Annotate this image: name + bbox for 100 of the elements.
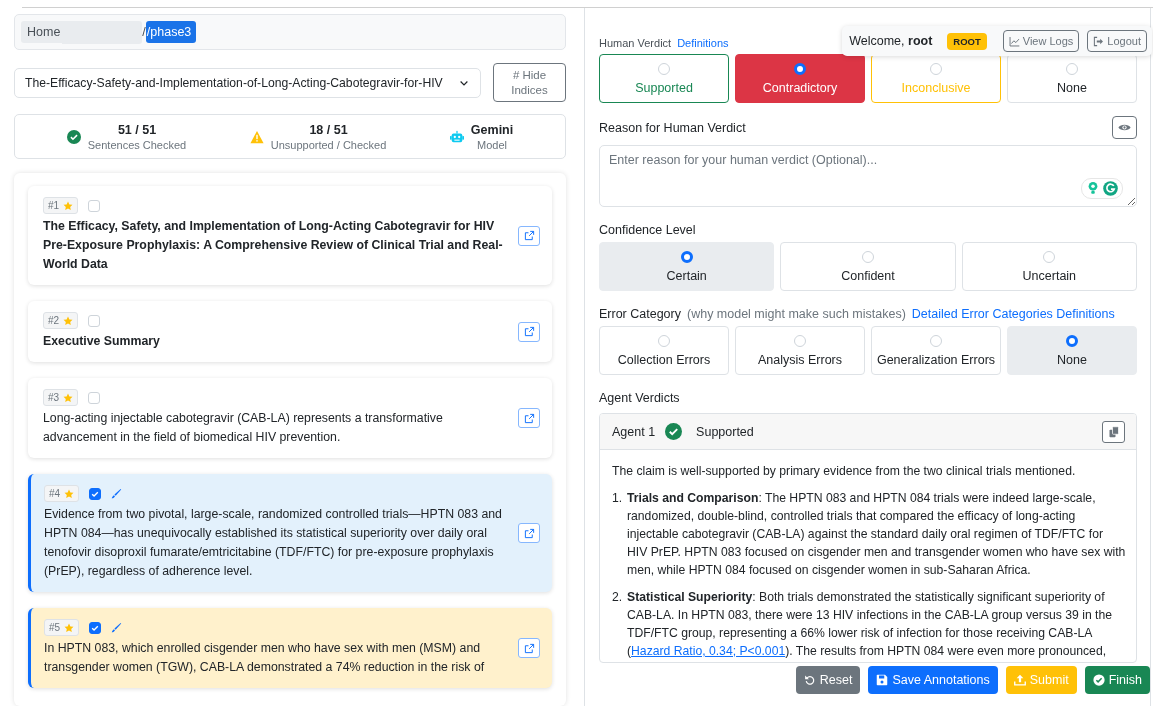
breadcrumb-item[interactable]: /phase3 [145,21,197,43]
checkbox[interactable] [89,487,102,500]
stat-label: Sentences Checked [87,138,187,151]
option-button[interactable]: Collection Errors [599,326,729,375]
list-number: 1. [612,490,622,507]
sentence-card[interactable]: #3 Long-acting injectable cabotegravir (CAB-LA) represents a transformative advancement in the field of biomedical HIV prevention. [28,378,552,458]
document-select[interactable]: The-Efficacy-Safety-and-Implementation-of-Long-Acting-Cabotegravir-for-HIV [14,67,481,98]
list-item-text: Trials and Comparison: The HPTN 083 and HPTN 084 trials were indeed large-scale, randomized, double-blind, controlled trials that compared the efficacy of long-acting injectable cabotegravir (CAB-LA) against the standard daily oral regimen of TDF/FTC for HIV PrEP. HPTN 083 focused on cisgender men and transgender women who have sex with men, while HPTN 084 focused on cisgender women in sub-Saharan Africa. [627,490,1126,579]
external-link-button[interactable] [518,408,540,428]
stat-value: 51 / 51 [117,122,157,137]
welcome-text: Welcome, root [849,34,933,48]
list-number: 2. [612,589,622,606]
option-button[interactable]: Analysis Errors [735,326,865,375]
logout-button[interactable]: Logout [1087,30,1147,52]
sentence-text: In HPTN 083, which enrolled cisgender men who have sex with men (MSM) and transgender women (TGW), CAB-LA demonstrated a 74% reduction in the risk of [44,640,486,676]
index-badge: #5 [44,619,80,636]
stat-label: Model [477,138,508,151]
option-button[interactable]: Confident [780,242,956,291]
option-button[interactable]: Supported [599,54,729,103]
warning-icon [249,129,264,144]
external-link-icon [523,527,535,539]
external-link-icon [523,412,535,424]
reset-button[interactable]: Reset [795,666,861,694]
external-link-button[interactable] [518,523,540,543]
agent-name: Agent 1 [612,424,656,439]
save-icon [876,674,889,686]
brush-icon [111,622,123,633]
radio-icon [658,62,670,75]
definitions-link[interactable]: Definitions [677,37,729,49]
upload-icon [1013,674,1026,686]
agent-explanation: The claim is well-supported by primary evidence from the two clinical trials mentioned. [612,463,1077,480]
check-circle-icon [1092,674,1105,686]
radio-icon [680,250,693,263]
radio-icon [930,334,942,347]
radio-icon [658,334,670,347]
section-label: Agent Verdicts [599,391,681,405]
grammar-widget[interactable] [1081,178,1123,199]
stat-value: 18 / 51 [309,122,348,137]
option-button[interactable]: Certain [599,242,775,291]
section-label: Confidence Level [599,223,697,237]
section-label: Error Category [599,307,681,321]
radio-icon [862,250,874,263]
star-icon [64,488,75,499]
option-button[interactable]: Contradictory [735,54,865,103]
definitions-link[interactable]: Detailed Error Categories Definitions [911,307,1115,321]
sentence-text: Long-acting injectable cabotegravir (CAB-LA) represents a transformative advancement in the field of biomedical HIV prevention. [43,410,444,446]
radio-icon [930,62,942,75]
breadcrumb-item[interactable]: Home [21,21,63,43]
stat-label: Unsupported / Checked [270,138,387,151]
undo-icon [803,674,816,686]
sentence-text: Evidence from two pivotal, large-scale, randomized controlled trials—HPTN 083 and HPTN 084—has unequivocally established its statistical superiority over daily oral tenofovir disoproxil fumarate/emtricitabine (TDF/FTC) for pre-exposure prophylaxis (PrEP), regardless of adherence level. [44,506,503,580]
verdict-label: Supported [696,424,755,439]
logout-icon [1093,35,1105,47]
breadcrumb-item[interactable]: / [142,21,146,43]
sentence-text: The Efficacy, Safety, and Implementation of Long-Acting Cabotegravir for HIV Pre-Exposure Prophylaxis: A Comprehensive Review of Clinical Trial and Real-World Data [43,218,504,273]
sentence-text: Executive Summary [43,333,161,350]
external-link-button[interactable] [518,225,540,246]
star-icon [64,622,75,633]
star-icon [63,392,74,403]
stat-value: Gemini [470,122,514,137]
view-logs-button[interactable]: View Logs [1002,30,1080,52]
save-button[interactable]: Save Annotations [868,666,998,694]
external-link-button[interactable] [518,321,540,342]
star-icon [63,315,74,326]
sentence-card[interactable]: #2 Executive Summary [28,301,552,362]
index-badge: #1 [43,197,79,214]
check-circle-icon [66,129,81,144]
brush-icon [111,488,123,499]
radio-icon [1066,62,1078,75]
index-badge: #2 [43,312,79,329]
copy-icon [1107,425,1120,438]
hint-text: (why model might make such mistakes) [687,307,906,321]
sentence-card[interactable]: #1 The Efficacy, Safety, and Implementation of Long-Acting Cabotegravir for HIV Pre-Exposure Prophylaxis: A Comprehensive Review of Clinical Trial and Real-World Data [28,186,552,285]
grammar-icon [1103,181,1118,196]
check-circle-icon [665,423,683,440]
option-button[interactable]: Uncertain [961,242,1137,291]
finish-button[interactable]: Finish [1084,666,1150,694]
external-link-icon [523,230,535,241]
checkbox[interactable] [89,621,102,634]
option-button[interactable]: None [1007,54,1137,103]
sentence-card[interactable] [28,474,552,592]
index-badge: #4 [44,485,80,502]
option-button[interactable]: None [1007,326,1137,375]
robot-icon [449,129,464,144]
copy-button[interactable] [1102,420,1125,443]
reason-field[interactable]: Enter reason for your human verdict (Optional)... [599,145,1137,207]
lightbulb-icon [1086,181,1100,195]
preview-button[interactable] [1112,116,1137,139]
list-item-text: Statistical Superiority: Both trials demonstrated the statistically significant superiority of CAB-LA. In HPTN 083, there were 13 HIV infections in the CAB-LA group versus 39 in the TDF/FTC group, representing a 66% lower risk of infection for those receiving CAB-LA (Hazard Ratio, 0.34; P<0.001). The results from HPTN 084 were even more pronounced, [627,589,1114,660]
option-button[interactable]: Generalization Errors [871,326,1001,375]
star-icon [63,200,74,211]
role-badge: ROOT [947,32,987,50]
radio-icon [794,334,806,347]
external-link-button[interactable] [518,638,540,658]
chart-icon [1008,35,1020,47]
hide-indices-button[interactable]: # Hide Indices [493,63,566,102]
radio-icon [1066,334,1078,347]
external-link-icon [523,326,535,337]
sentence-card[interactable]: #5 In HPTN 083, which enrolled cisgender men who have sex with men (MSM) and transgender women (TGW), CAB-LA demonstrated a 74% reduction in the risk of [28,608,552,688]
radio-icon [1043,250,1056,263]
